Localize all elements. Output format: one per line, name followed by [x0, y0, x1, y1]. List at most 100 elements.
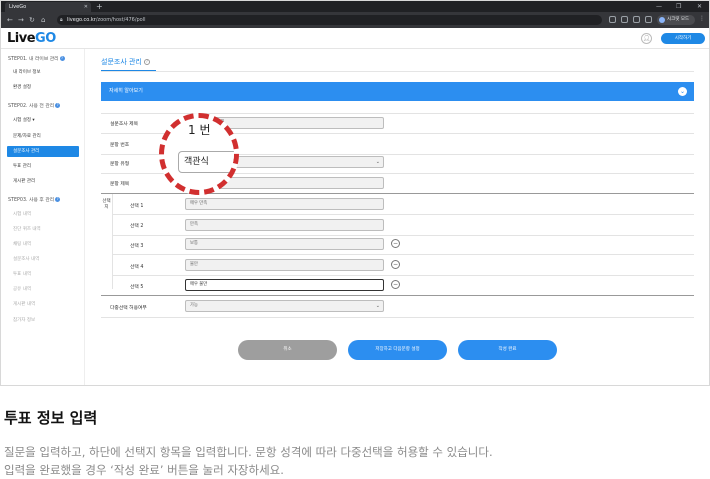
browser-tabbar: LiveGo ✕ + — ❐ ✕ [1, 1, 709, 12]
help-icon[interactable]: ? [59, 56, 65, 61]
sidebar-step2: STEP02. 사용 전 관리? [8, 102, 61, 109]
sidebar-item-survey[interactable]: 설문조사 관리 [7, 146, 79, 157]
caption-line-2: 입력을 완료했을 경우 ‘작성 완료’ 버튼을 눌러 자장하세요. [4, 463, 284, 477]
browser-navbar: ← → ↻ ⌂ 🔒︎ livego.co.kr/zoom/host/476/po… [1, 12, 709, 28]
sidebar-item-questions[interactable]: 문제/자료 관리 [13, 133, 41, 139]
logo-main: Live [7, 31, 36, 46]
choices-group-label: 선택지 [101, 194, 113, 289]
step3-label: STEP03. 사용 후 관리 [8, 198, 55, 203]
browser-menu-icon[interactable]: ⋮ [699, 15, 705, 22]
choice-input[interactable]: 보통 [185, 238, 384, 250]
sidebar-item-board[interactable]: 게시판 관리 [13, 178, 35, 184]
remove-choice-icon[interactable]: − [391, 280, 400, 289]
divider [113, 275, 694, 276]
help-icon[interactable]: ? [143, 59, 150, 65]
divider [113, 214, 694, 215]
reload-icon[interactable]: ↻ [29, 15, 35, 25]
choice-label: 선택 5 [130, 285, 144, 290]
incognito-icon [659, 17, 665, 23]
choice-label: 선택 1 [130, 204, 144, 209]
new-tab-icon[interactable]: + [96, 1, 103, 12]
profile-label: 시크릿 모드 [667, 17, 690, 22]
divider [113, 235, 694, 236]
forward-icon[interactable]: → [18, 15, 24, 25]
multi-select-dropdown[interactable]: 가능 ⌄ [185, 300, 384, 312]
sidebar-item-chat-history[interactable]: 채팅 내역 [13, 241, 31, 247]
sidebar-item-participants[interactable]: 참가자 정보 [13, 317, 35, 323]
sidebar-item-survey-history[interactable]: 설문조사 내역 [13, 256, 39, 262]
logo-accent: GO [35, 31, 56, 46]
sidebar-item-board-history[interactable]: 게시판 내역 [13, 301, 35, 307]
divider [101, 295, 694, 296]
sidebar-item-vote[interactable]: 투표 관리 [13, 163, 31, 169]
address-bar[interactable]: 🔒︎ livego.co.kr/zoom/host/476/poll [57, 15, 602, 25]
choices-label: 선택지 [102, 199, 111, 210]
maximize-icon[interactable]: ❐ [676, 1, 681, 12]
choice-label: 선택 3 [130, 244, 144, 249]
choice-label: 선택 4 [130, 265, 144, 270]
zoom-icon[interactable] [621, 16, 628, 23]
remove-choice-icon[interactable]: − [391, 260, 400, 269]
sidebar-item-exam-history[interactable]: 시험 내역 [13, 211, 31, 217]
detail-bar-label: 자세히 알아보기 [109, 88, 143, 94]
question-no-label: 문항 번호 [110, 143, 130, 148]
livego-logo[interactable]: LiveGO [7, 31, 56, 46]
sidebar-step3: STEP03. 사용 후 관리? [8, 196, 61, 203]
tab-title: LiveGo [9, 4, 27, 10]
sidebar-item-live-info[interactable]: 내 라이브 정보 [13, 69, 41, 75]
divider [101, 317, 694, 318]
app-header: LiveGO 👤︎ 시작하기 [1, 28, 709, 49]
browser-tab[interactable]: LiveGo ✕ [5, 2, 91, 12]
question-title-label: 문항 제목 [110, 182, 130, 187]
sidebar-step1: STEP01. 내 라이브 관리? [8, 55, 65, 62]
url-host: livego.co.kr [67, 17, 96, 23]
main-content: 설문조사 관리? 자세히 알아보기 ⌄ 설문조사 제목 온라인 학습에 관해 문… [86, 49, 709, 385]
choice-input[interactable]: 매우 만족 [185, 198, 384, 210]
choice-input[interactable]: 불만 [185, 259, 384, 271]
multi-select-value: 가능 [190, 303, 198, 308]
incognito-profile[interactable]: 시크릿 모드 [657, 15, 695, 25]
lock-icon: 🔒︎ [60, 17, 63, 23]
tab-close-icon[interactable]: ✕ [84, 2, 88, 12]
remove-choice-icon[interactable]: − [391, 239, 400, 248]
magnified-question-no: 1 번 [188, 123, 211, 137]
sidebar-item-vote-history[interactable]: 투표 내역 [13, 271, 31, 277]
window-close-icon[interactable]: ✕ [697, 1, 702, 12]
chevron-down-icon: ⌄ [375, 303, 380, 309]
choice-input[interactable]: 매우 불만 [185, 279, 384, 291]
key-icon[interactable] [609, 16, 616, 23]
home-icon[interactable]: ⌂ [41, 15, 45, 25]
star-icon[interactable] [645, 16, 652, 23]
cancel-button[interactable]: 취소 [238, 340, 337, 360]
chevron-down-icon: ⌄ [375, 159, 380, 165]
step2-label: STEP02. 사용 전 관리 [8, 104, 55, 109]
magnified-question-type: 객관식 [178, 151, 234, 173]
url-path: /zoom/host/476/poll [95, 17, 146, 23]
choice-input[interactable]: 만족 [185, 219, 384, 231]
user-icon[interactable]: 👤︎ [641, 33, 652, 44]
back-icon[interactable]: ← [7, 15, 13, 25]
step1-label: STEP01. 내 라이브 관리 [8, 57, 59, 62]
question-type-label: 문항 유형 [110, 162, 130, 167]
sidebar: STEP01. 내 라이브 관리? 내 라이브 정보 환경 설정 STEP02.… [1, 49, 85, 385]
sidebar-item-quiz-history[interactable]: 진단 퀴즈 내역 [13, 226, 41, 232]
divider [113, 254, 694, 255]
chevron-down-icon[interactable]: ⌄ [678, 87, 687, 96]
complete-button[interactable]: 작성 완료 [458, 340, 557, 360]
caption-title: 투표 정보 입력 [4, 409, 98, 427]
minimize-icon[interactable]: — [656, 1, 662, 12]
help-icon[interactable]: ? [55, 197, 61, 202]
sidebar-item-share-history[interactable]: 공유 내역 [13, 286, 31, 292]
choice-label: 선택 2 [130, 224, 144, 229]
save-next-button[interactable]: 저장하고 다음문항 설정 [348, 340, 447, 360]
share-icon[interactable] [633, 16, 640, 23]
sidebar-item-exam-settings[interactable]: 시험 설정 ▾ [13, 117, 35, 123]
browser-window: LiveGo ✕ + — ❐ ✕ ← → ↻ ⌂ 🔒︎ livego.co.kr… [0, 0, 710, 386]
start-button[interactable]: 시작하기 [661, 33, 705, 44]
sidebar-item-settings[interactable]: 환경 설정 [13, 84, 31, 90]
help-icon[interactable]: ? [55, 103, 61, 108]
page-title: 설문조사 관리? [101, 57, 150, 67]
survey-title-label: 설문조사 제목 [110, 122, 139, 127]
highlight-magnifier: 1 번 객관식 [159, 113, 239, 195]
detail-bar[interactable]: 자세히 알아보기 ⌄ [101, 82, 694, 101]
